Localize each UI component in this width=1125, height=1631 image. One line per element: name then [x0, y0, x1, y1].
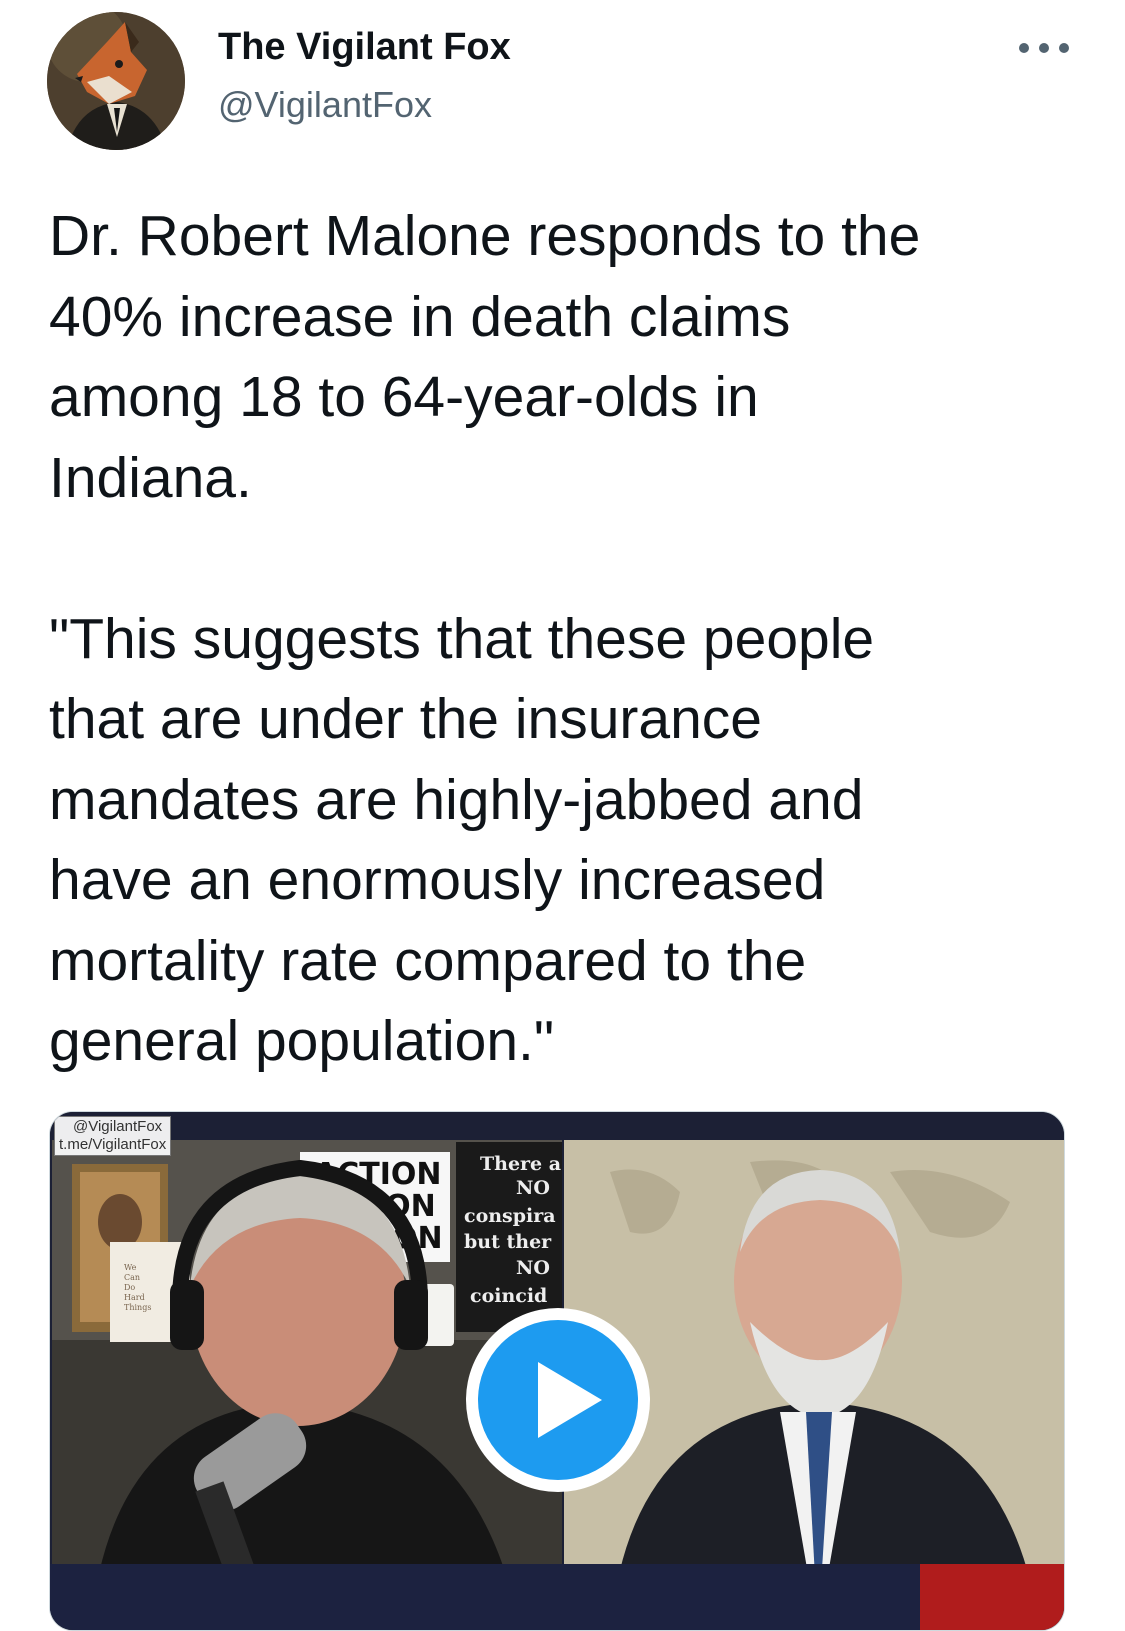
play-button[interactable]: [460, 1302, 656, 1498]
sign-right-line-1: NO: [516, 1177, 550, 1199]
sign-right-line-3: but ther: [464, 1231, 552, 1253]
poster-text-4: Things: [124, 1303, 151, 1312]
video-player[interactable]: We Can Do Hard Things ACTION ION ON Ther…: [49, 1111, 1065, 1631]
poster-text-3: Hard: [124, 1293, 145, 1302]
poster-text-2: Do: [124, 1283, 135, 1292]
watermark-link: t.me/VigilantFox: [59, 1136, 167, 1153]
sign-right-line-2: conspira: [464, 1205, 556, 1227]
author-display-name[interactable]: The Vigilant Fox: [218, 26, 511, 69]
play-icon: [466, 1308, 650, 1492]
author-avatar[interactable]: [47, 12, 185, 150]
tweet-text: Dr. Robert Malone responds to the 40% in…: [49, 204, 921, 1073]
poster-text-0: We: [124, 1263, 137, 1272]
video-watermark: @VigilantFox t.me/VigilantFox: [54, 1116, 172, 1156]
more-horizontal-icon: [1019, 43, 1069, 53]
watermark-handle: @VigilantFox: [73, 1118, 163, 1135]
fox-avatar-icon: [47, 12, 185, 150]
sign-right-line-0: There a: [480, 1153, 561, 1175]
more-options-button[interactable]: [1014, 30, 1074, 66]
poster-text-1: Can: [124, 1273, 140, 1282]
sign-right-line-4: NO: [516, 1257, 550, 1279]
author-handle[interactable]: @VigilantFox: [218, 84, 432, 126]
tweet: The Vigilant Fox @VigilantFox Dr. Robert…: [0, 0, 1125, 1631]
